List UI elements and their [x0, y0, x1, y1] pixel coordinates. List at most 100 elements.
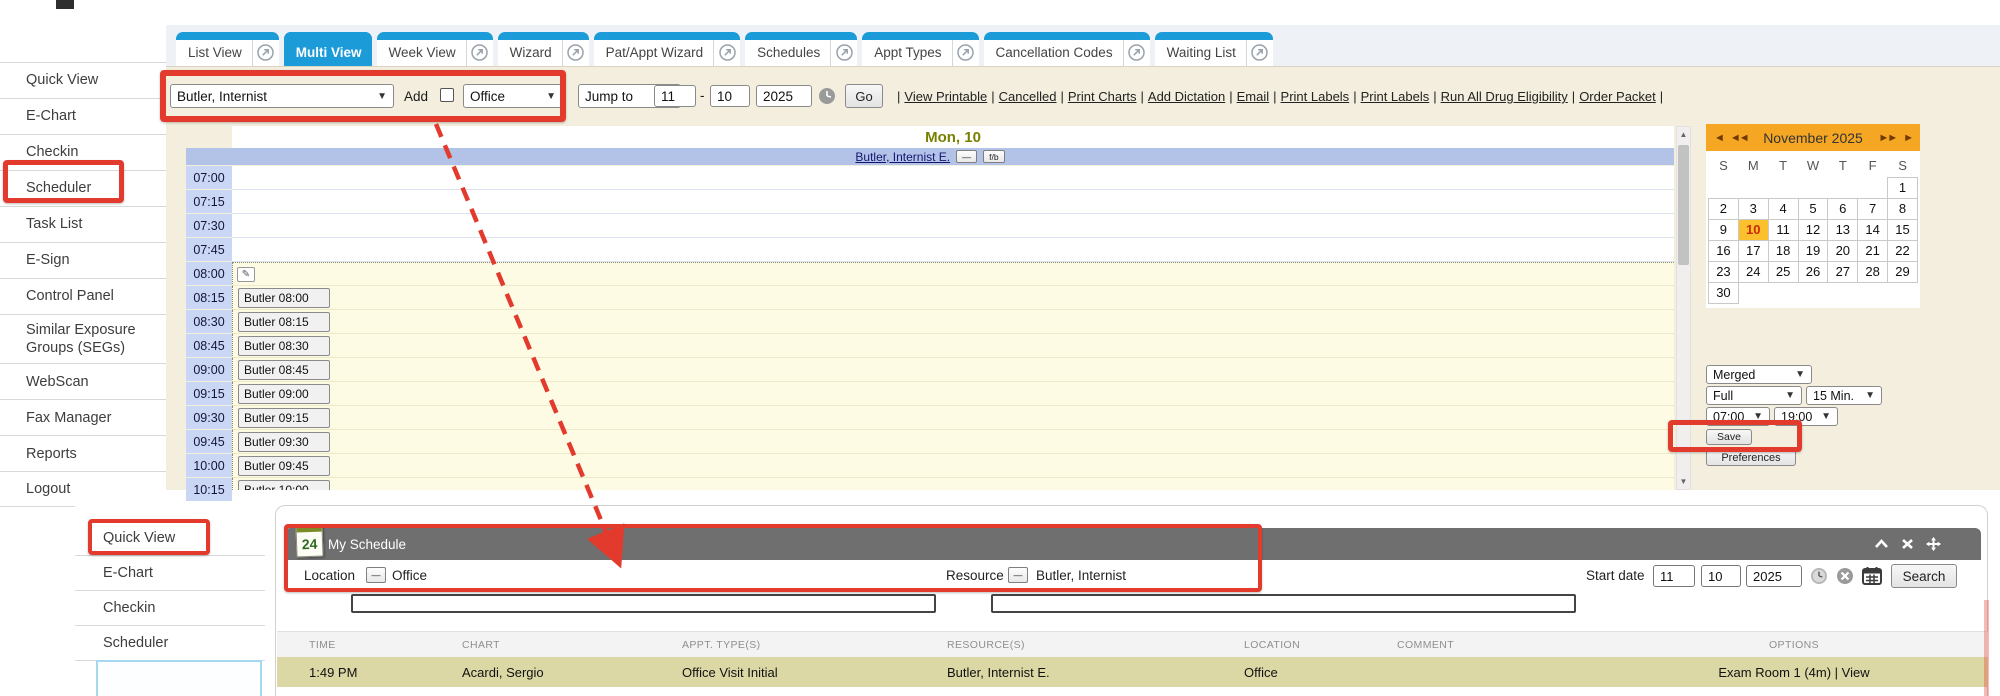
- calendar-next-icon[interactable]: ►: [1903, 132, 1912, 144]
- interval-select[interactable]: 15 Min. ▼: [1806, 386, 1882, 405]
- calendar-day[interactable]: 9: [1709, 219, 1739, 240]
- calendar-day[interactable]: 22: [1888, 240, 1918, 261]
- appointment-block[interactable]: Butler 08:45: [238, 360, 330, 380]
- bottom-sidebar-item-scheduler[interactable]: Scheduler: [75, 626, 265, 661]
- merge-mode-select[interactable]: Merged ▼: [1706, 365, 1812, 384]
- calendar-day[interactable]: 10: [1738, 219, 1768, 240]
- calendar-day[interactable]: 6: [1828, 198, 1858, 219]
- link-view-printable[interactable]: View Printable: [904, 89, 987, 104]
- tab-cancellation-codes[interactable]: Cancellation Codes: [984, 32, 1150, 66]
- calendar-day[interactable]: 14: [1858, 219, 1888, 240]
- sidebar-item-checkin[interactable]: Checkin: [0, 134, 166, 170]
- tab-list-view[interactable]: List View: [176, 32, 279, 66]
- schedule-row[interactable]: [232, 166, 1674, 190]
- calendar-day[interactable]: 1: [1888, 177, 1918, 198]
- bottom-sidebar-item-quick-view[interactable]: Quick View: [75, 521, 265, 556]
- link-add-dictation[interactable]: Add Dictation: [1148, 89, 1225, 104]
- appointment-block[interactable]: Butler 09:30: [238, 432, 330, 452]
- scroll-up-icon[interactable]: ▲: [1677, 127, 1690, 142]
- year-input[interactable]: 2025: [756, 85, 812, 107]
- sidebar-item-control-panel[interactable]: Control Panel: [0, 278, 166, 314]
- appointment-block[interactable]: Butler 10:00: [238, 480, 330, 491]
- calendar-day[interactable]: 29: [1888, 261, 1918, 282]
- calendar-day[interactable]: 30: [1709, 282, 1739, 303]
- schedule-row[interactable]: Butler 09:00: [232, 382, 1674, 406]
- scroll-down-icon[interactable]: ▼: [1677, 474, 1690, 489]
- calendar-day[interactable]: 5: [1798, 198, 1828, 219]
- link-print-charts[interactable]: Print Charts: [1068, 89, 1137, 104]
- schedule-row[interactable]: Butler 09:15: [232, 406, 1674, 430]
- tab-schedules[interactable]: Schedules: [745, 32, 857, 66]
- location-minus-button[interactable]: —: [366, 567, 386, 583]
- start-day-input[interactable]: 10: [1701, 565, 1741, 587]
- calendar-day[interactable]: 18: [1768, 240, 1798, 261]
- sidebar-item-scheduler[interactable]: Scheduler: [0, 170, 166, 206]
- row-cell[interactable]: Exam Room 1 (4m) | View: [1600, 665, 1988, 680]
- appointment-block[interactable]: Butler 08:00: [238, 288, 330, 308]
- calendar-day[interactable]: 11: [1768, 219, 1798, 240]
- calendar-day[interactable]: 16: [1709, 240, 1739, 261]
- schedule-row[interactable]: Butler 08:15: [232, 310, 1674, 334]
- link-print-labels[interactable]: Print Labels: [1361, 89, 1430, 104]
- clock-icon[interactable]: [1810, 567, 1828, 590]
- link-run-all-drug-eligibility[interactable]: Run All Drug Eligibility: [1441, 89, 1568, 104]
- collapse-icon[interactable]: [1874, 538, 1889, 550]
- day-input[interactable]: 10: [710, 85, 750, 107]
- popout-icon[interactable]: [1123, 39, 1150, 66]
- save-button[interactable]: Save: [1706, 429, 1752, 445]
- popout-icon[interactable]: [252, 39, 279, 66]
- sidebar-item-quick-view[interactable]: Quick View: [0, 62, 166, 98]
- link-cancelled[interactable]: Cancelled: [999, 89, 1057, 104]
- month-input[interactable]: 11: [654, 85, 696, 107]
- add-checkbox[interactable]: [440, 88, 454, 102]
- start-year-input[interactable]: 2025: [1746, 565, 1802, 587]
- resource-filter-input[interactable]: [991, 594, 1576, 613]
- appointment-block[interactable]: Butler 09:00: [238, 384, 330, 404]
- fb-button[interactable]: f/b: [983, 150, 1004, 163]
- search-button[interactable]: Search: [1891, 564, 1957, 588]
- tab-appt-types[interactable]: Appt Types: [862, 32, 978, 66]
- calendar-day[interactable]: 20: [1828, 240, 1858, 261]
- calendar-prev-year-icon[interactable]: ◄◄: [1730, 132, 1748, 144]
- bottom-sidebar-item-e-chart[interactable]: E-Chart: [75, 556, 265, 591]
- schedule-row[interactable]: [232, 238, 1674, 262]
- start-month-input[interactable]: 11: [1653, 565, 1695, 587]
- clock-icon[interactable]: [818, 87, 836, 110]
- resource-header-link[interactable]: Butler, Internist E.: [855, 150, 950, 164]
- tab-multi-view[interactable]: Multi View: [284, 32, 372, 66]
- sidebar-item-fax-manager[interactable]: Fax Manager: [0, 399, 166, 435]
- popout-icon[interactable]: [1246, 39, 1273, 66]
- end-time-select[interactable]: 19:00 ▼: [1774, 407, 1838, 426]
- sidebar-item-e-chart[interactable]: E-Chart: [0, 98, 166, 134]
- calendar-day[interactable]: 17: [1738, 240, 1768, 261]
- appointment-block[interactable]: Butler 09:15: [238, 408, 330, 428]
- calendar-day[interactable]: 25: [1768, 261, 1798, 282]
- schedule-row[interactable]: Butler 08:00: [232, 286, 1674, 310]
- size-select[interactable]: Full ▼: [1706, 386, 1802, 405]
- schedule-row[interactable]: [232, 214, 1674, 238]
- tab-pat-appt-wizard[interactable]: Pat/Appt Wizard: [594, 32, 741, 66]
- calendar-prev-icon[interactable]: ◄: [1714, 132, 1723, 144]
- panel-titlebar[interactable]: 24 My Schedule: [284, 528, 1981, 560]
- calendar-day[interactable]: 2: [1709, 198, 1739, 219]
- sidebar-item-task-list[interactable]: Task List: [0, 206, 166, 242]
- popout-icon[interactable]: [466, 39, 493, 66]
- appointment-block[interactable]: Butler 08:15: [238, 312, 330, 332]
- minimize-column-button[interactable]: —: [956, 150, 977, 163]
- calendar-day[interactable]: 24: [1738, 261, 1768, 282]
- calendar-picker-icon[interactable]: [1862, 566, 1882, 590]
- schedule-row[interactable]: Butler 08:30: [232, 334, 1674, 358]
- close-icon[interactable]: [1901, 538, 1914, 550]
- location-filter-input[interactable]: [351, 594, 936, 613]
- popout-icon[interactable]: [562, 39, 589, 66]
- tab-waiting-list[interactable]: Waiting List: [1155, 32, 1273, 66]
- appointment-block[interactable]: Butler 09:45: [238, 456, 330, 476]
- calendar-day[interactable]: 7: [1858, 198, 1888, 219]
- link-order-packet[interactable]: Order Packet: [1579, 89, 1656, 104]
- calendar-day[interactable]: 26: [1798, 261, 1828, 282]
- calendar-day[interactable]: 27: [1828, 261, 1858, 282]
- sidebar-item-reports[interactable]: Reports: [0, 435, 166, 471]
- calendar-day[interactable]: 8: [1888, 198, 1918, 219]
- sidebar-item-logout[interactable]: Logout: [0, 471, 166, 507]
- preferences-button[interactable]: Preferences: [1706, 449, 1796, 466]
